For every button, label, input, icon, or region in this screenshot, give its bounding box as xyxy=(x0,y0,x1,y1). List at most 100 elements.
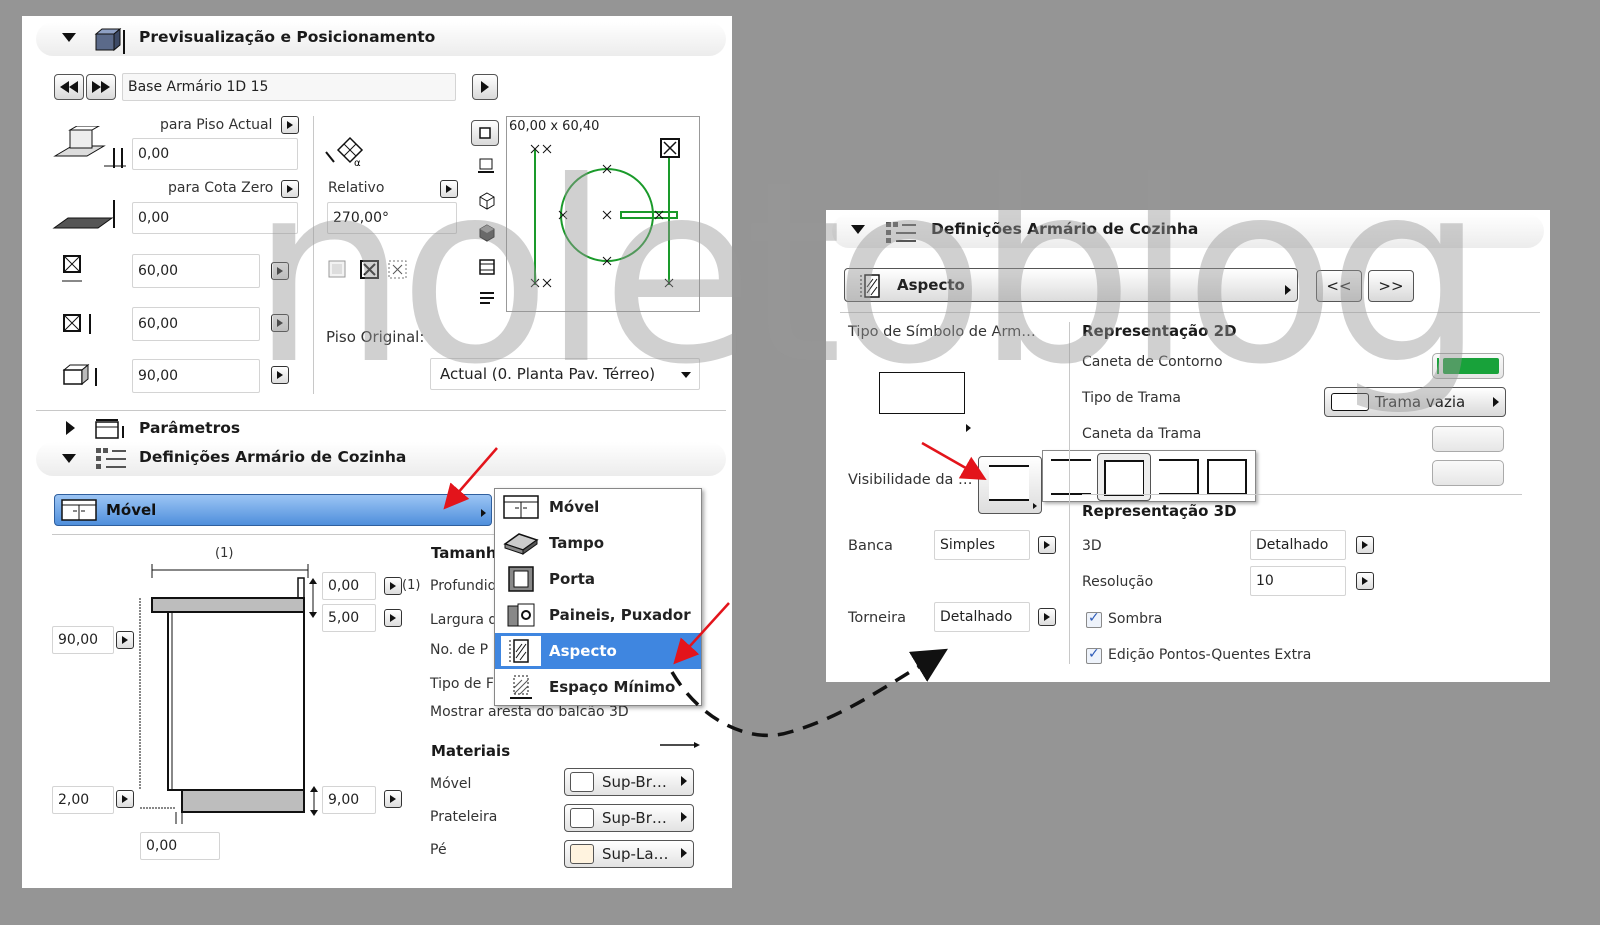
menu-item-label: Móvel xyxy=(549,498,600,516)
torneira-menu-button[interactable] xyxy=(1038,608,1056,626)
collapse-triangle-icon[interactable] xyxy=(62,454,76,463)
banca-menu-button[interactable] xyxy=(1038,536,1056,554)
chevron-right-icon xyxy=(1033,503,1037,509)
fill-type-dropdown[interactable]: Trama vazia xyxy=(1324,387,1506,417)
fill-pen-button[interactable] xyxy=(1432,426,1504,452)
view-side-icon[interactable] xyxy=(478,158,496,174)
menu-item-label: Paineis, Puxador xyxy=(549,606,691,624)
collapse-triangle-icon[interactable] xyxy=(62,33,76,42)
page-selector-dropdown[interactable]: Aspecto xyxy=(844,268,1298,302)
menu-item-porta[interactable]: Porta xyxy=(495,561,701,597)
menu-item-espaco-minimo[interactable]: Espaço Mínimo xyxy=(495,669,701,705)
object-name-field[interactable]: Base Armário 1D 15 xyxy=(122,73,456,101)
next-page-button[interactable]: >> xyxy=(1368,270,1414,302)
selector-underline xyxy=(840,312,1540,313)
chevron-right-icon[interactable] xyxy=(966,424,971,432)
view-section-icon[interactable] xyxy=(478,258,496,276)
worktop-thickness-menu-button[interactable] xyxy=(384,609,402,627)
plinth-offset-field[interactable]: 2,00 xyxy=(52,786,114,814)
edicao-checkbox[interactable] xyxy=(1086,646,1102,664)
fill-swatch xyxy=(1331,393,1369,411)
foot-offset-field[interactable]: 0,00 xyxy=(140,832,220,860)
detail-3d-menu-button[interactable] xyxy=(1356,536,1374,554)
view-3d-icon[interactable] xyxy=(478,192,496,210)
material-prateleira-button[interactable]: Sup-Br… xyxy=(564,804,694,832)
menu-item-movel[interactable]: Móvel xyxy=(495,489,701,525)
view-list-icon[interactable] xyxy=(478,290,496,308)
torneira-field[interactable]: Detalhado xyxy=(934,602,1030,632)
largura-label: Largura d xyxy=(430,612,498,628)
depth-menu-button[interactable] xyxy=(271,314,289,332)
material-prateleira-value: Sup-Br… xyxy=(602,809,667,827)
floor-elevation-icon xyxy=(52,125,128,170)
torneira-label: Torneira xyxy=(848,610,906,626)
expand-triangle-icon[interactable] xyxy=(66,421,75,435)
material-movel-button[interactable]: Sup-Br… xyxy=(564,768,694,796)
plinth-height-field[interactable]: 9,00 xyxy=(322,786,376,814)
page-selector-dropdown[interactable]: Móvel xyxy=(54,494,492,526)
object-menu-button[interactable] xyxy=(472,74,498,100)
visibility-option-right[interactable] xyxy=(1207,459,1247,495)
view-3d-shaded-icon[interactable] xyxy=(478,224,496,242)
page-dropdown-menu: Móvel Tampo Porta Paineis, Puxador Aspec… xyxy=(494,488,702,706)
cabinet-height-field[interactable]: 90,00 xyxy=(52,626,114,654)
banca-label: Banca xyxy=(848,538,893,554)
aspect-icon xyxy=(859,273,885,299)
para-cota-zero-field[interactable]: 0,00 xyxy=(132,202,298,234)
relativo-menu-button[interactable] xyxy=(440,180,458,198)
para-piso-actual-field[interactable]: 0,00 xyxy=(132,138,298,170)
hotspot-mode-alt-icon[interactable] xyxy=(388,260,408,280)
menu-item-tampo[interactable]: Tampo xyxy=(495,525,701,561)
column-divider xyxy=(1069,322,1070,664)
menu-item-aspecto[interactable]: Aspecto xyxy=(495,633,701,669)
banca-field[interactable]: Simples xyxy=(934,530,1030,560)
background-pen-button[interactable] xyxy=(1432,460,1504,486)
plinth-offset-menu-button[interactable] xyxy=(116,790,134,808)
mirror-checkbox-icon[interactable] xyxy=(328,260,346,278)
previous-page-button[interactable]: << xyxy=(1316,270,1362,302)
detail-3d-field[interactable]: Detalhado xyxy=(1250,530,1346,560)
width-icon xyxy=(62,254,86,286)
width-field[interactable]: 60,00 xyxy=(132,254,260,288)
tipo-de-label: Tipo de F xyxy=(430,676,494,692)
depth-field[interactable]: 60,00 xyxy=(132,307,260,341)
visibility-option-left[interactable] xyxy=(1159,459,1199,495)
previous-object-button[interactable] xyxy=(54,74,84,100)
material-pe-button[interactable]: Sup-La… xyxy=(564,840,694,868)
width-menu-button[interactable] xyxy=(271,262,289,280)
menu-item-paineis[interactable]: Paineis, Puxador xyxy=(495,597,701,633)
profundidade-note-label: (1) xyxy=(402,578,421,593)
angle-field[interactable]: 270,00° xyxy=(327,202,457,234)
chevron-right-icon xyxy=(1285,285,1291,295)
edicao-label: Edição Pontos-Quentes Extra xyxy=(1108,647,1312,663)
view-2d-button[interactable] xyxy=(471,120,499,146)
cabinet-settings-icon xyxy=(884,220,918,250)
collapse-triangle-icon[interactable] xyxy=(851,225,865,234)
material-swatch xyxy=(570,844,594,864)
resolucao-menu-button[interactable] xyxy=(1356,572,1374,590)
piso-original-dropdown[interactable]: Actual (0. Planta Pav. Térreo) xyxy=(430,358,700,390)
edge-toggle-icon[interactable] xyxy=(660,710,702,750)
worktop-overhang-menu-button[interactable] xyxy=(384,577,402,595)
hotspot-mode-icon[interactable] xyxy=(360,260,380,280)
visibility-option-icon xyxy=(989,465,1029,501)
cabinet-height-menu-button[interactable] xyxy=(116,631,134,649)
object-preview-window: 60,00 x 60,40 xyxy=(506,116,700,312)
height-field[interactable]: 90,00 xyxy=(132,359,260,393)
height-menu-button[interactable] xyxy=(271,366,289,384)
worktop-thickness-field[interactable]: 5,00 xyxy=(322,604,376,632)
worktop-overhang-field[interactable]: 0,00 xyxy=(322,572,376,600)
min-space-icon xyxy=(501,672,541,702)
symbol-type-preview[interactable] xyxy=(879,372,965,414)
visibility-picker-button[interactable] xyxy=(978,456,1042,514)
resolucao-field[interactable]: 10 xyxy=(1250,566,1346,596)
sombra-checkbox[interactable] xyxy=(1086,610,1102,628)
para-cota-zero-menu-button[interactable] xyxy=(281,180,299,198)
next-object-button[interactable] xyxy=(86,74,116,100)
plinth-height-menu-button[interactable] xyxy=(384,790,402,808)
visibility-option-top-bottom[interactable] xyxy=(1051,459,1091,495)
contour-pen-button[interactable] xyxy=(1432,353,1504,379)
page-selector-label: Móvel xyxy=(106,501,157,519)
menu-item-label: Espaço Mínimo xyxy=(549,678,676,696)
para-piso-actual-menu-button[interactable] xyxy=(281,116,299,134)
